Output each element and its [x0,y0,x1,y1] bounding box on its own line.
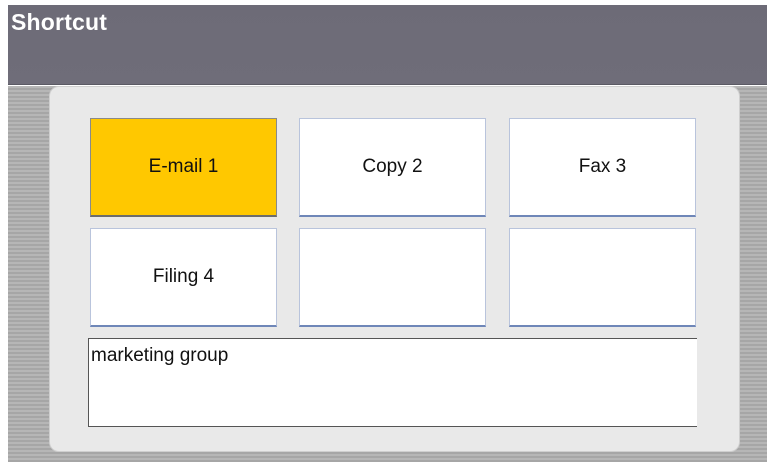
shortcut-key-empty-6[interactable] [509,228,696,327]
shortcut-screen: Shortcut E-mail 1 Copy 2 Fax 3 Filing 4 … [0,0,770,464]
shortcut-key-label: E-mail 1 [148,156,219,177]
shortcut-key-email-1[interactable]: E-mail 1 [90,118,277,217]
memo-field[interactable]: marketing group [88,338,697,427]
shortcut-key-copy-2[interactable]: Copy 2 [299,118,486,217]
memo-text: marketing group [91,345,229,366]
shortcut-key-label: Fax 3 [578,156,627,177]
shortcut-key-fax-3[interactable]: Fax 3 [509,118,696,217]
shortcut-key-filing-4[interactable]: Filing 4 [90,228,277,327]
page-title: Shortcut [11,9,108,35]
shortcut-key-label: Copy 2 [362,156,423,177]
shortcut-key-label: Filing 4 [152,266,215,287]
shortcut-key-empty-5[interactable] [299,228,486,327]
title-bar: Shortcut [8,5,767,85]
